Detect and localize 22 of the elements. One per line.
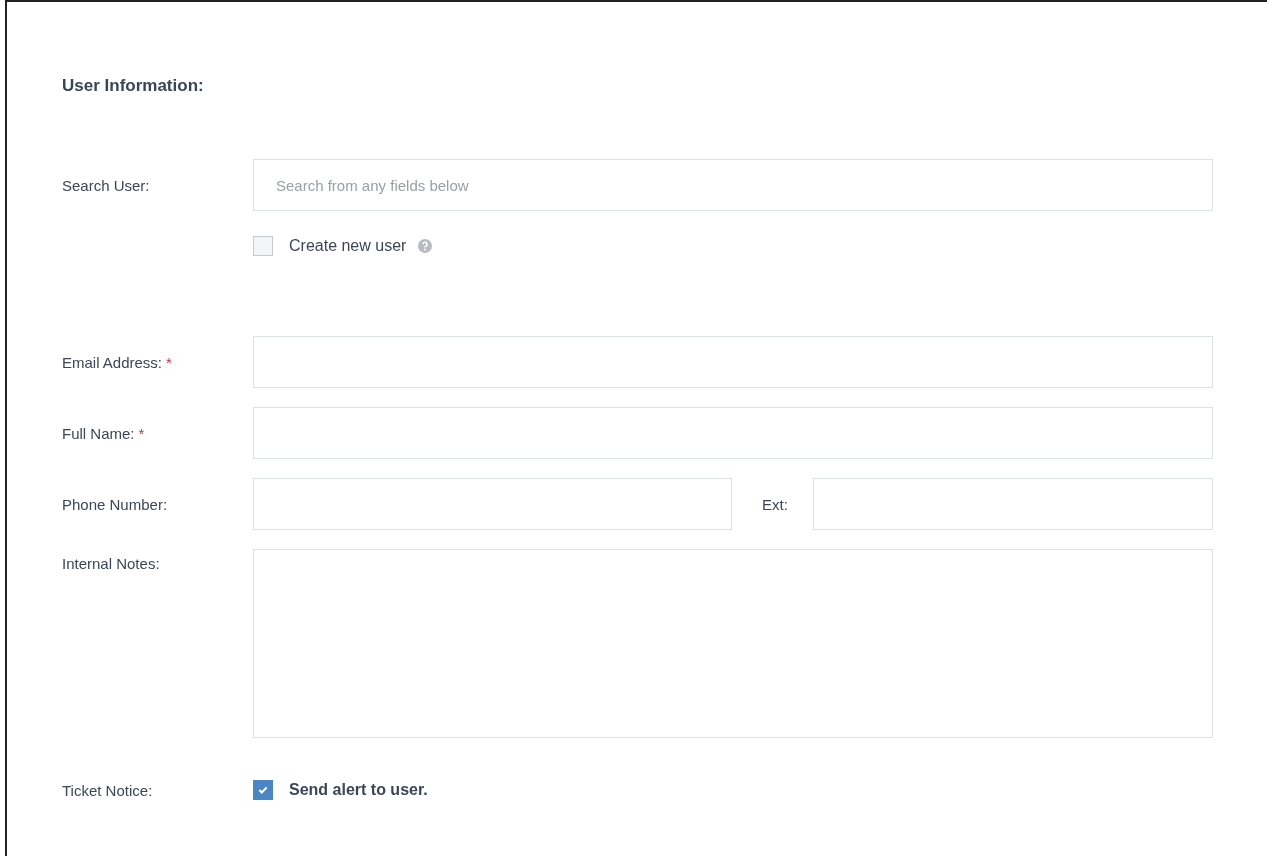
- field-label: Internal Notes:: [62, 554, 161, 572]
- extension-field[interactable]: [813, 478, 1213, 530]
- input-field[interactable]: [253, 336, 1213, 388]
- checkbox-label[interactable]: Create new user: [289, 237, 407, 255]
- notes-field[interactable]: [253, 549, 1213, 738]
- field-label: Search User:: [62, 176, 151, 194]
- check-icon: [257, 784, 269, 796]
- phone-field[interactable]: [253, 478, 732, 530]
- field-label: Ticket Notice:: [62, 781, 154, 799]
- checkbox[interactable]: [253, 236, 273, 256]
- search-field[interactable]: Search from any fields below: [253, 159, 1213, 211]
- checkbox[interactable]: [253, 780, 273, 800]
- section-title: User Information:: [62, 76, 205, 96]
- help-icon[interactable]: [418, 239, 433, 253]
- required-mark: *: [138, 424, 145, 442]
- input-field[interactable]: [253, 407, 1213, 459]
- field-label: Phone Number:: [62, 495, 169, 513]
- field-label: Email Address:: [62, 353, 163, 371]
- required-mark: *: [166, 353, 172, 371]
- field-label: Ext:: [761, 495, 789, 513]
- checkbox-label[interactable]: Send alert to user.: [289, 781, 428, 799]
- field-label: Full Name:: [62, 424, 135, 442]
